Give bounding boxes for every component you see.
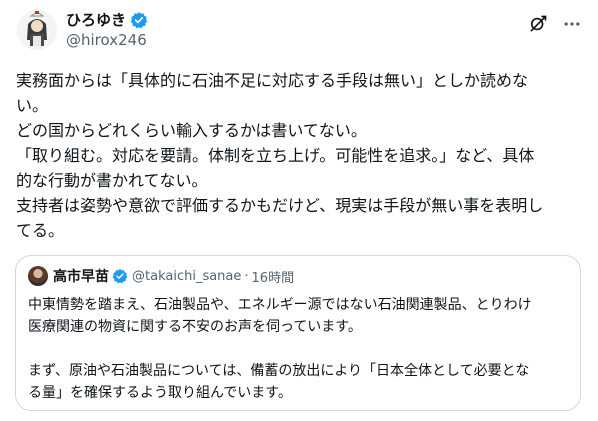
quoted-author-display-name[interactable]: 高市早苗 <box>53 266 109 286</box>
tweet-text-line: 支持者は姿勢や意欲で評価するかもだけど、現実は手段が無い事を表明し <box>16 196 544 215</box>
tweet-actions-top <box>528 14 582 34</box>
tweet-text-line: 実務面からは「具体的に石油不足に対応する手段は無い」としか読めな <box>16 71 529 90</box>
more-options-icon[interactable] <box>562 14 582 34</box>
quoted-tweet[interactable]: 高市早苗 @takaichi_sanae · 16時間 中東情勢を踏まえ、石油製… <box>15 255 581 411</box>
grok-icon[interactable] <box>528 14 548 34</box>
author-avatar[interactable] <box>17 10 57 50</box>
author-display-name[interactable]: ひろゆき <box>66 10 126 30</box>
tweet-text-line: 的な行動が書かれてない。 <box>16 171 208 190</box>
quoted-author-avatar[interactable] <box>28 266 48 286</box>
author-handle[interactable]: @hirox246 <box>66 30 148 50</box>
tweet-text-line: どの国からどれくらい輸入するかは書いてない。 <box>16 121 367 140</box>
quoted-tweet-text: 中東情勢を踏まえ、石油製品や、エネルギー源ではない石油関連製品、とりわけ 医療関… <box>28 294 568 404</box>
verified-badge-icon <box>112 268 128 284</box>
tweet: ひろゆき @hirox246 実務面からは「具体的に石油不足に対応する手段は無い… <box>0 0 598 421</box>
verified-badge-icon <box>130 11 148 29</box>
quoted-text-line: まず、原油や石油製品については、備蓄の放出により「日本全体として必要とな <box>28 363 530 379</box>
quoted-text-line: る量」を確保するよう取り組んでいます。 <box>28 385 292 401</box>
quoted-text-line: 中東情勢を踏まえ、石油製品や、エネルギー源ではない石油関連製品、とりわけ <box>28 297 532 313</box>
tweet-text-line: 「取り組む。対応を要請。体制を立ち上げ。可能性を追求。」など、具体 <box>16 146 535 165</box>
quoted-timestamp[interactable]: 16時間 <box>252 267 295 286</box>
tweet-text: 実務面からは「具体的に石油不足に対応する手段は無い」としか読めな い。 どの国か… <box>16 68 584 243</box>
author-header: ひろゆき @hirox246 <box>66 10 148 50</box>
quoted-tweet-header: 高市早苗 @takaichi_sanae · 16時間 <box>28 266 294 286</box>
avatar-illustration <box>17 10 57 50</box>
quoted-text-line: 医療関連の物資に関する不安のお声を伺っています。 <box>28 319 362 335</box>
quoted-author-handle[interactable]: @takaichi_sanae <box>132 269 241 284</box>
quoted-separator: · <box>244 268 249 284</box>
tweet-text-line: てる。 <box>16 221 65 240</box>
tweet-text-line: い。 <box>16 96 49 115</box>
